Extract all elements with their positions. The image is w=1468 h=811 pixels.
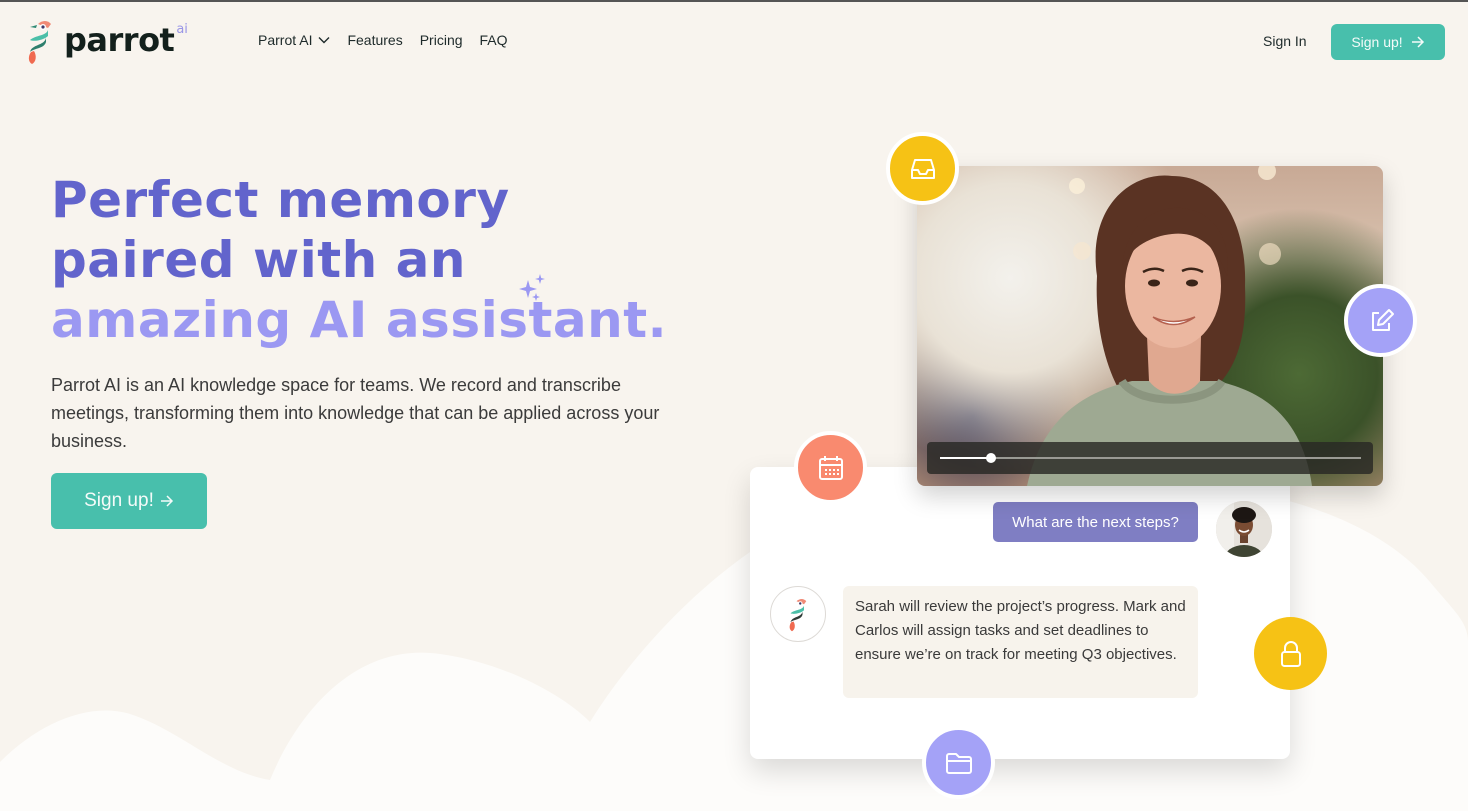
hero-title-line-3: amazing AI assistant. — [51, 291, 668, 349]
folder-icon — [945, 752, 972, 774]
nav-item-faq[interactable]: FAQ — [480, 32, 508, 48]
user-avatar — [1216, 501, 1272, 557]
sign-up-label: Sign up! — [84, 490, 154, 511]
video-progress-track[interactable] — [940, 453, 1361, 463]
nav-item-label: FAQ — [479, 32, 508, 48]
logo[interactable]: parrot ai — [24, 18, 188, 64]
parrot-logo-icon — [28, 21, 51, 64]
nav-item-pricing[interactable]: Pricing — [420, 32, 463, 48]
nav-item-label: Pricing — [419, 32, 463, 48]
meeting-video-player[interactable] — [917, 166, 1383, 486]
hero-description: Parrot AI is an AI knowledge space for t… — [51, 375, 660, 451]
chat-card: What are the next steps? Sarah will revi… — [750, 467, 1290, 759]
nav-item-label: Features — [347, 32, 403, 48]
logo-ai-suffix: ai — [176, 22, 188, 37]
video-progress-fill — [940, 457, 991, 459]
bot-message-bubble: Sarah will review the project’s progress… — [843, 586, 1198, 698]
hero-title-line-1: Perfect memory — [51, 171, 510, 229]
hero-title-line-2: paired with an — [51, 231, 467, 289]
parrot-logo-icon — [789, 599, 807, 632]
logo-wordmark: parrot — [64, 21, 175, 59]
main-nav: Parrot AI Features Pricing FAQ — [258, 32, 525, 48]
lock-icon — [1280, 640, 1301, 667]
sign-up-button-header[interactable]: Sign up! — [1331, 24, 1445, 60]
sign-in-link[interactable]: Sign In — [1263, 33, 1307, 49]
edit-icon — [1371, 308, 1394, 331]
nav-item-features[interactable]: Features — [347, 32, 402, 48]
video-progress-handle[interactable] — [985, 453, 996, 463]
sparkle-icon — [519, 274, 545, 301]
calendar-icon — [818, 455, 843, 480]
video-person-image — [1027, 166, 1312, 486]
parrot-bot-avatar — [770, 586, 826, 642]
arrow-right-icon — [160, 495, 173, 507]
nav-item-label: Parrot AI — [258, 32, 313, 48]
hero-title: Perfect memory paired with an amazing AI… — [51, 170, 667, 350]
edit-badge — [1344, 284, 1417, 357]
lock-badge — [1254, 617, 1327, 690]
sign-up-label: Sign up! — [1351, 34, 1403, 50]
inbox-icon — [910, 158, 935, 179]
site-header: parrot ai Parrot AI Features Pricing FAQ… — [0, 2, 1468, 80]
chevron-down-icon — [318, 37, 330, 44]
video-progress-bar[interactable] — [927, 442, 1373, 474]
folder-badge — [922, 726, 995, 799]
sign-up-button-hero[interactable]: Sign up! — [51, 473, 207, 529]
inbox-badge — [886, 132, 959, 205]
user-avatar-image — [1216, 501, 1272, 557]
arrow-right-icon — [1411, 36, 1424, 48]
nav-item-parrot-ai[interactable]: Parrot AI — [258, 32, 330, 48]
calendar-badge — [794, 431, 867, 504]
user-message-bubble: What are the next steps? — [993, 502, 1198, 542]
